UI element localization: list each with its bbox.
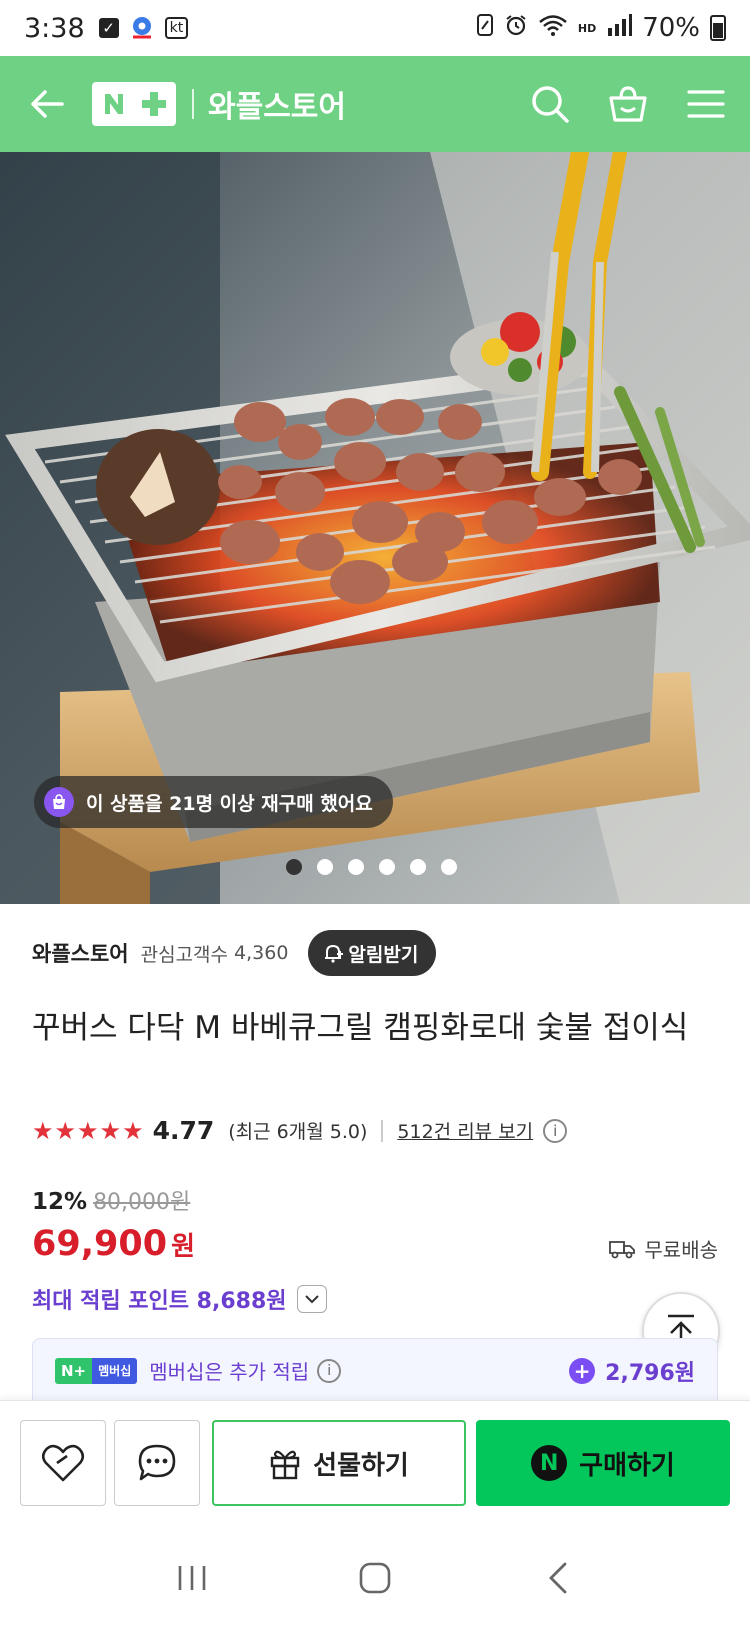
buy-button[interactable]: N 구매하기	[476, 1420, 730, 1506]
free-shipping-label: 무료배송	[644, 1238, 718, 1262]
recent-apps-icon	[178, 1565, 205, 1590]
home-button[interactable]	[340, 1548, 410, 1608]
repurchase-text: 이 상품을 21명 이상 재구매 했어요	[86, 792, 373, 815]
check-notification-icon: ✓	[98, 18, 119, 38]
signal-icon	[606, 13, 633, 43]
follower-label: 관심고객수	[140, 943, 229, 966]
membership-badge-label: 멤버십	[92, 1357, 138, 1384]
menu-button[interactable]	[684, 82, 728, 126]
header-divider	[192, 89, 194, 119]
membership-banner[interactable]: N+ 멤버십 멤버십은 추가 적립 i + 2,796원	[32, 1338, 718, 1402]
shopping-bag-badge-icon	[44, 787, 74, 817]
system-navigation-bar	[0, 1530, 750, 1625]
carousel-dot[interactable]	[317, 859, 333, 875]
carousel-dot[interactable]	[410, 859, 426, 875]
carousel-indicator	[286, 859, 457, 875]
original-price: 80,000원	[93, 1190, 191, 1215]
chat-bubble-icon	[138, 1444, 176, 1481]
membership-badge-np: N+	[55, 1357, 93, 1384]
carousel-dot[interactable]	[379, 859, 395, 875]
carousel-dot[interactable]	[286, 859, 302, 875]
status-time: 3:38	[24, 12, 85, 44]
notification-subscribe-button[interactable]: 알림받기	[308, 930, 437, 976]
buy-label: 구매하기	[579, 1450, 675, 1481]
wifi-icon	[538, 13, 568, 44]
search-icon	[532, 86, 569, 123]
system-back-button[interactable]	[523, 1548, 593, 1608]
naver-n-logo-icon	[97, 87, 131, 121]
product-title: 꾸버스 다닥 M 바베큐그릴 캠핑화로대 숯불 접이식	[32, 1010, 689, 1046]
discount-row: 12% 80,000원	[32, 1184, 190, 1216]
naver-plus-logo[interactable]	[92, 82, 176, 126]
repurchase-badge: 이 상품을 21명 이상 재구매 했어요	[34, 776, 393, 828]
carrier-label: kt	[164, 17, 189, 39]
truck-icon	[609, 1240, 636, 1258]
info-icon[interactable]: i	[317, 1358, 342, 1383]
max-points-row[interactable]: 최대 적립 포인트 8,688원	[32, 1283, 327, 1315]
plus-circle-icon: +	[569, 1357, 596, 1384]
price-row: 69,900 원	[32, 1224, 195, 1264]
heart-icon	[41, 1444, 85, 1482]
battery-percent: 70%	[642, 13, 700, 43]
info-icon[interactable]: i	[543, 1118, 568, 1143]
chevron-down-icon[interactable]	[296, 1285, 327, 1313]
app-header: 와플스토어	[0, 56, 750, 152]
bottom-action-bar: 선물하기 N 구매하기	[0, 1400, 750, 1506]
carousel-dot[interactable]	[441, 859, 457, 875]
back-arrow-icon	[31, 90, 64, 118]
product-image-carousel[interactable]: 이 상품을 21명 이상 재구매 했어요	[0, 152, 750, 904]
hamburger-menu-icon	[687, 90, 725, 118]
recent-rating: (최근 6개월 5.0)	[228, 1121, 368, 1143]
alarm-clock-icon	[504, 13, 528, 44]
price-unit: 원	[171, 1232, 195, 1262]
rating-row: ★★★★★ 4.77 (최근 6개월 5.0) 512건 리뷰 보기 i	[32, 1116, 568, 1145]
max-points-label: 최대 적립 포인트 8,688원	[32, 1289, 287, 1314]
store-title[interactable]: 와플스토어	[208, 82, 346, 126]
gift-button[interactable]: 선물하기	[212, 1420, 466, 1506]
rating-divider	[381, 1119, 384, 1142]
store-name[interactable]: 와플스토어	[32, 938, 129, 968]
battery-icon	[710, 15, 726, 41]
status-bar: 3:38 ✓ kt HD 70%	[0, 0, 750, 56]
recent-apps-button[interactable]	[157, 1548, 227, 1608]
naver-plus-membership-badge: N+ 멤버십	[55, 1357, 138, 1384]
chevron-left-icon	[549, 1562, 567, 1593]
search-button[interactable]	[528, 82, 572, 126]
nfc-icon	[476, 13, 494, 44]
review-link[interactable]: 512건 리뷰 보기	[397, 1117, 533, 1144]
home-icon	[359, 1562, 391, 1593]
wishlist-button[interactable]	[20, 1420, 106, 1506]
store-info-row: 와플스토어 관심고객수 4,360 알림받기	[32, 930, 437, 976]
carousel-dot[interactable]	[348, 859, 364, 875]
back-button[interactable]	[22, 79, 72, 129]
gift-label: 선물하기	[313, 1450, 409, 1481]
talk-button[interactable]	[114, 1420, 200, 1506]
plus-logo-icon	[137, 87, 171, 121]
naver-pay-n-icon: N	[531, 1445, 568, 1481]
bell-plus-icon	[325, 944, 344, 963]
shopping-bag-icon	[609, 86, 647, 122]
membership-amount: 2,796원	[605, 1360, 695, 1386]
discount-rate: 12%	[32, 1189, 88, 1215]
notification-subscribe-label: 알림받기	[348, 943, 419, 966]
cart-button[interactable]	[606, 82, 650, 126]
map-app-icon	[129, 15, 155, 41]
sale-price: 69,900	[32, 1224, 168, 1264]
shipping-info: 무료배송	[608, 1234, 718, 1263]
gift-icon	[270, 1450, 300, 1480]
membership-text: 멤버십은 추가 적립	[149, 1360, 310, 1384]
hd-voice-label: HD	[577, 21, 597, 35]
follower-count: 4,360	[234, 942, 289, 964]
star-rating-icon: ★★★★★	[32, 1116, 145, 1145]
rating-score: 4.77	[152, 1116, 215, 1145]
